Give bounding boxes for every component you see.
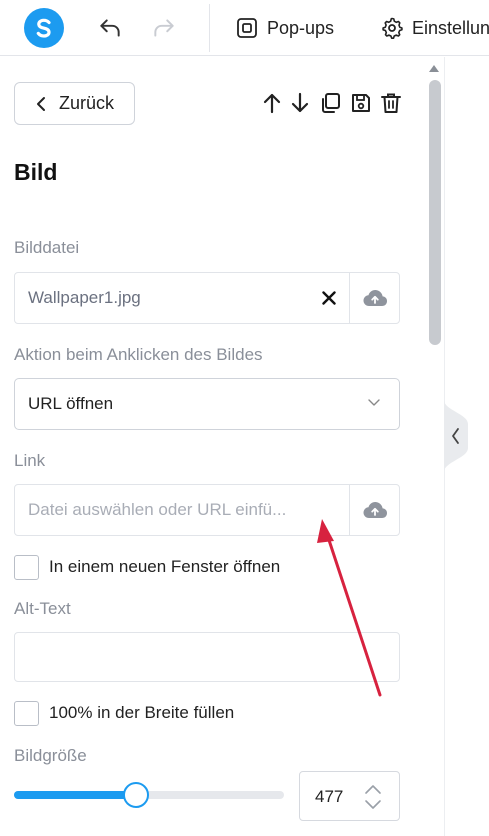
full-width-label: 100% in der Breite füllen — [49, 703, 235, 722]
redo-icon[interactable] — [150, 14, 178, 42]
section-title: Bild — [14, 159, 58, 185]
save-icon[interactable] — [349, 91, 373, 115]
copy-icon[interactable] — [318, 91, 342, 115]
new-window-checkbox-row[interactable]: In einem neuen Fenster öffnen — [14, 554, 280, 580]
arrow-up-icon[interactable] — [260, 91, 284, 115]
logo-s-icon — [36, 18, 51, 38]
click-action-value: URL öffnen — [28, 394, 114, 413]
collapse-panel-tab[interactable] — [444, 400, 468, 472]
gear-icon — [382, 17, 403, 39]
image-file-value: Wallpaper1.jpg — [28, 288, 141, 307]
settings-menu[interactable]: Einstellungen — [380, 14, 489, 42]
popups-menu[interactable]: Pop-ups — [235, 14, 334, 42]
link-label: Link — [14, 451, 46, 470]
close-icon[interactable] — [319, 288, 339, 308]
popup-icon — [237, 18, 257, 38]
image-size-input[interactable]: 477 — [299, 771, 400, 821]
alt-text-label: Alt-Text — [14, 599, 71, 618]
toolbar-divider — [209, 4, 210, 52]
full-width-checkbox-row[interactable]: 100% in der Breite füllen — [14, 700, 234, 726]
trash-icon[interactable] — [379, 91, 403, 115]
new-window-label: In einem neuen Fenster öffnen — [49, 557, 281, 576]
chevron-left-icon — [37, 96, 45, 111]
click-action-label: Aktion beim Anklicken des Bildes — [14, 345, 263, 364]
arrow-down-icon[interactable] — [288, 91, 312, 115]
slider-thumb[interactable] — [123, 782, 149, 808]
image-size-slider[interactable] — [14, 782, 284, 808]
image-size-value: 477 — [315, 787, 344, 806]
new-window-checkbox[interactable] — [14, 554, 39, 580]
undo-icon[interactable] — [96, 14, 124, 42]
full-width-checkbox[interactable] — [14, 700, 39, 726]
chevron-down-icon — [367, 395, 381, 414]
image-size-label: Bildgröße — [14, 746, 87, 765]
settings-label: Einstellungen — [412, 17, 489, 38]
image-file-field[interactable]: Wallpaper1.jpg — [14, 272, 400, 324]
image-settings-panel: Zurück Bild Bilddatei Wallpaper1.jpg Akt… — [0, 57, 420, 836]
slider-fill — [14, 791, 136, 799]
scrollbar-thumb[interactable] — [429, 80, 441, 345]
click-action-select[interactable]: URL öffnen — [14, 378, 400, 430]
image-file-label: Bilddatei — [14, 238, 80, 257]
annotation-arrow — [317, 519, 382, 697]
scroll-up-arrow[interactable] — [427, 62, 441, 74]
spinner-icon[interactable] — [363, 783, 383, 811]
top-toolbar: Pop-ups Einstellungen — [0, 0, 489, 56]
back-button[interactable]: Zurück — [14, 82, 135, 125]
app-logo[interactable] — [24, 8, 64, 48]
cloud-upload-icon[interactable] — [349, 273, 399, 323]
back-label: Zurück — [59, 93, 115, 113]
popups-label: Pop-ups — [267, 17, 335, 38]
link-placeholder: Datei auswählen oder URL einfü... — [28, 500, 287, 519]
